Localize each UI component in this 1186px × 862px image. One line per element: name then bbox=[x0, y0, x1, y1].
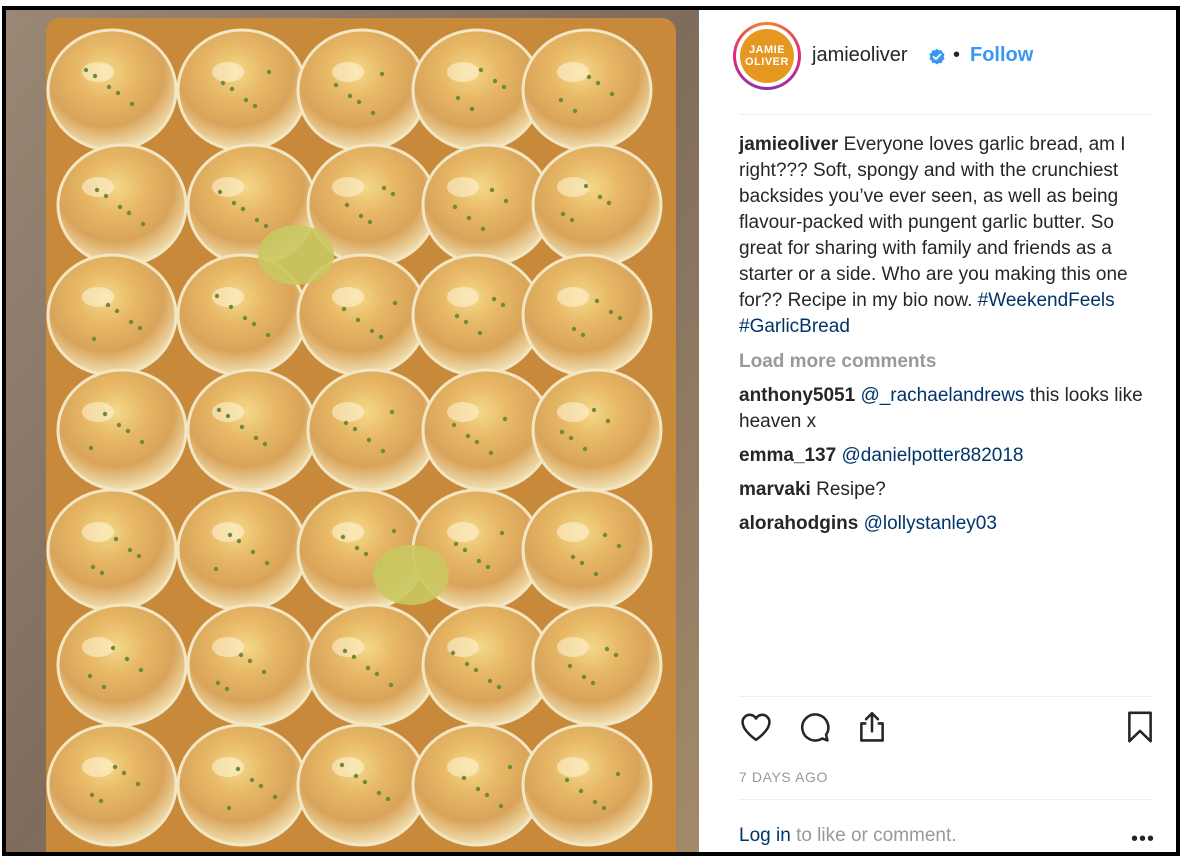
bread-roll bbox=[306, 603, 438, 727]
follow-button[interactable]: Follow bbox=[970, 44, 1033, 67]
comment-item: anthony5051 @_rachaelandrews this looks … bbox=[739, 383, 1159, 435]
heart-icon[interactable] bbox=[739, 710, 773, 744]
avatar[interactable]: JAMIE OLIVER bbox=[740, 29, 794, 83]
bread-roll bbox=[46, 28, 178, 152]
bread-roll bbox=[176, 488, 308, 612]
bread-roll bbox=[521, 28, 653, 152]
comment-mention[interactable]: @lollystanley03 bbox=[864, 513, 997, 534]
post-photo[interactable] bbox=[6, 10, 699, 852]
hashtag-garlicbread[interactable]: #GarlicBread bbox=[739, 316, 850, 337]
bread-roll bbox=[56, 143, 188, 267]
more-icon[interactable]: ••• bbox=[1131, 828, 1155, 851]
comment-icon[interactable] bbox=[797, 710, 831, 744]
bread-roll bbox=[46, 253, 178, 377]
separator-dot: • bbox=[953, 44, 961, 66]
bread-roll bbox=[296, 723, 428, 847]
footer-divider bbox=[739, 799, 1153, 800]
bread-roll bbox=[176, 723, 308, 847]
post-timestamp[interactable]: 7 DAYS AGO bbox=[739, 769, 828, 785]
login-link[interactable]: Log in bbox=[739, 825, 791, 846]
bread-roll bbox=[521, 488, 653, 612]
comment-username[interactable]: alorahodgins bbox=[739, 513, 858, 534]
garlic-bread-rolls-image bbox=[6, 10, 699, 852]
verified-icon bbox=[929, 48, 945, 65]
caption-text: Everyone loves garlic bread, am I right?… bbox=[739, 134, 1128, 311]
comments-section: jamieoliver Everyone loves garlic bread,… bbox=[739, 132, 1159, 537]
comment-item: alorahodgins @lollystanley03 bbox=[739, 511, 1159, 537]
caption: jamieoliver Everyone loves garlic bread,… bbox=[739, 132, 1159, 340]
bread-roll bbox=[186, 368, 318, 492]
garlic-butter-dollop bbox=[373, 545, 449, 605]
avatar-text-2: OLIVER bbox=[745, 56, 789, 68]
share-icon[interactable] bbox=[855, 710, 889, 744]
bread-roll bbox=[296, 28, 428, 152]
header-divider bbox=[739, 114, 1153, 115]
comment-mention[interactable]: @danielpotter882018 bbox=[841, 445, 1023, 466]
garlic-butter-dollop bbox=[258, 225, 334, 285]
post-side-panel: JAMIE OLIVER jamieoliver • Follow jamieo… bbox=[699, 10, 1176, 852]
bread-roll bbox=[46, 723, 178, 847]
comment-item: emma_137 @danielpotter882018 bbox=[739, 443, 1159, 469]
comment-username[interactable]: marvaki bbox=[739, 479, 811, 500]
comment-text: Resipe? bbox=[816, 479, 886, 500]
post-actions bbox=[739, 710, 1159, 750]
comment-item: marvaki Resipe? bbox=[739, 477, 1159, 503]
bread-roll bbox=[531, 143, 663, 267]
bread-roll bbox=[521, 723, 653, 847]
bread-roll bbox=[531, 368, 663, 492]
login-prompt: Log in to like or comment. bbox=[739, 825, 957, 847]
post-username[interactable]: jamieoliver bbox=[812, 44, 908, 67]
login-prompt-text: to like or comment. bbox=[796, 825, 957, 846]
comment-mention[interactable]: @_rachaelandrews bbox=[860, 385, 1024, 406]
caption-username[interactable]: jamieoliver bbox=[739, 134, 838, 155]
post-header: JAMIE OLIVER jamieoliver • Follow bbox=[699, 10, 1176, 114]
post-frame: JAMIE OLIVER jamieoliver • Follow jamieo… bbox=[2, 6, 1180, 856]
bread-roll bbox=[306, 368, 438, 492]
bookmark-icon[interactable] bbox=[1123, 710, 1157, 744]
bread-roll bbox=[176, 28, 308, 152]
bread-roll bbox=[531, 603, 663, 727]
bread-roll bbox=[186, 603, 318, 727]
comment-username[interactable]: emma_137 bbox=[739, 445, 836, 466]
hashtag-weekendfeels[interactable]: #WeekendFeels bbox=[978, 290, 1115, 311]
bread-roll bbox=[521, 253, 653, 377]
bread-roll bbox=[46, 488, 178, 612]
comment-username[interactable]: anthony5051 bbox=[739, 385, 855, 406]
actions-divider bbox=[739, 696, 1153, 697]
load-more-comments-button[interactable]: Load more comments bbox=[739, 349, 1159, 375]
bread-roll bbox=[56, 603, 188, 727]
bread-roll bbox=[56, 368, 188, 492]
avatar-text-1: JAMIE bbox=[748, 44, 786, 56]
